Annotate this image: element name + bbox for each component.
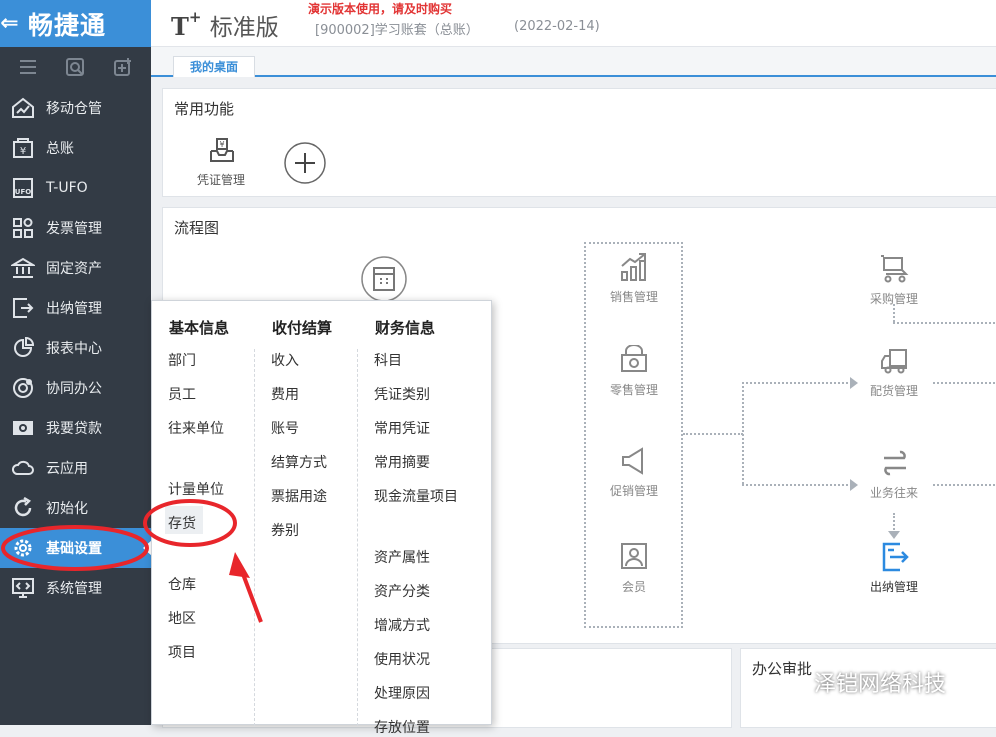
- watermark: 泽铠网络科技: [780, 666, 946, 698]
- wechat-icon: [780, 673, 808, 697]
- annotation-ellipse-sidebar: [1, 525, 149, 571]
- watermark-text: 泽铠网络科技: [814, 672, 947, 697]
- annotation-arrow-head: [229, 552, 250, 578]
- annotation-ellipse-inventory: [143, 499, 237, 547]
- red-annotation-overlay: [1, 499, 263, 623]
